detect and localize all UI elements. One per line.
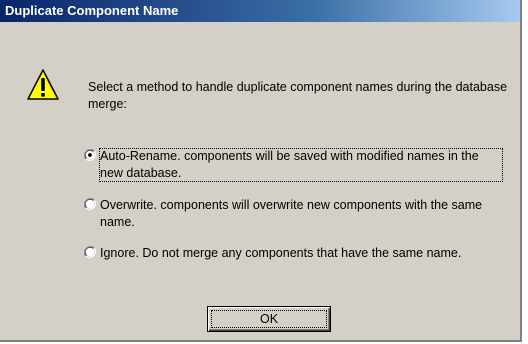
- ok-button-label: OK: [259, 312, 279, 326]
- ok-button[interactable]: OK: [207, 306, 331, 332]
- radio-overwrite[interactable]: [84, 198, 96, 210]
- radio-ignore[interactable]: [84, 246, 96, 258]
- dialog-title: Duplicate Component Name: [5, 3, 179, 18]
- option-auto-rename-label: Auto-Rename. components will be saved wi…: [99, 148, 503, 182]
- title-bar[interactable]: Duplicate Component Name: [0, 0, 520, 22]
- option-overwrite-label: Overwrite. components will overwrite new…: [100, 198, 483, 229]
- radio-auto-rename[interactable]: [84, 149, 96, 161]
- dialog-message: Select a method to handle duplicate comp…: [88, 80, 508, 111]
- duplicate-component-dialog: Duplicate Component Name Select a method…: [0, 0, 522, 342]
- warning-icon: [27, 69, 59, 100]
- option-ignore-label: Ignore. Do not merge any components that…: [100, 246, 462, 260]
